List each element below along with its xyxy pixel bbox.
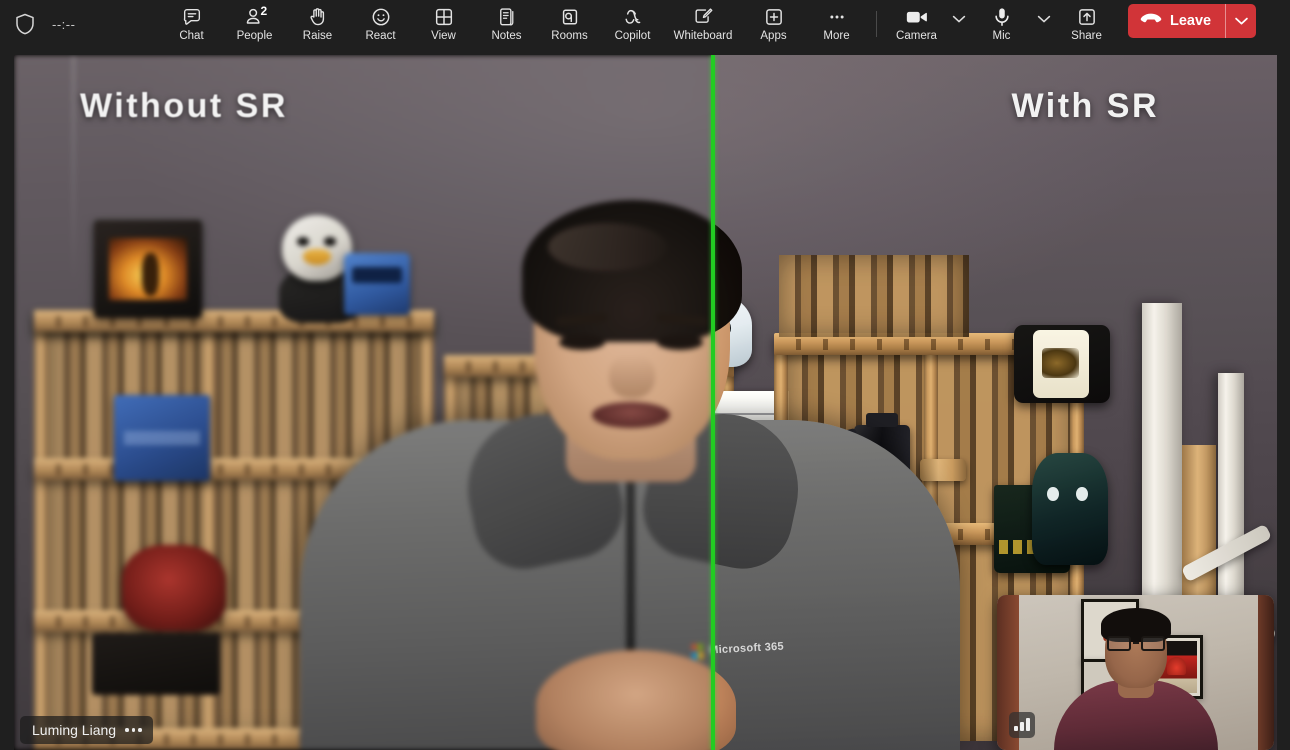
toolbar-item-rooms[interactable]: Rooms — [538, 1, 601, 47]
toolbar-label-camera: Camera — [896, 30, 937, 42]
toolbar-label-share: Share — [1071, 30, 1102, 42]
pip-wall-right — [1258, 595, 1274, 750]
game-box-figure — [141, 253, 159, 297]
hoodie-brand-logo: Microsoft 365 — [691, 634, 711, 665]
people-count-badge: 2 — [260, 4, 268, 18]
object-dark-figure — [1032, 453, 1108, 565]
raise-hand-icon — [307, 6, 329, 28]
meeting-timer: --:-- — [52, 16, 76, 32]
hoodie-brand-text: Microsoft 365 — [711, 640, 785, 657]
whiteboard-icon — [692, 6, 715, 28]
toolbar-separator — [876, 11, 877, 37]
toolbar-label-notes: Notes — [491, 30, 522, 42]
more-ellipsis-icon — [826, 6, 848, 28]
toolbar-item-raise[interactable]: Raise — [286, 1, 349, 47]
toolbar-label-mic: Mic — [992, 30, 1011, 42]
toolbar-left-group: --:-- — [0, 11, 160, 37]
object-watch-box — [1014, 325, 1110, 403]
copilot-icon — [622, 6, 644, 28]
leave-chevron-down-icon[interactable] — [1226, 4, 1256, 38]
toolbar-item-notes[interactable]: Notes — [475, 1, 538, 47]
toolbar-label-copilot: Copilot — [614, 30, 651, 42]
shelf-post — [34, 310, 48, 750]
scene: Microsoft 365 — [14, 55, 711, 750]
watch-box-face — [1033, 329, 1089, 399]
rooms-icon — [559, 6, 581, 28]
toolbar-label-people: People — [236, 30, 273, 42]
microphone-icon — [991, 6, 1013, 28]
self-view-pip[interactable] — [997, 595, 1274, 750]
dark-figure-eye — [1076, 486, 1089, 502]
chat-icon — [181, 6, 203, 28]
participant-video-person: Microsoft 365 — [300, 190, 711, 750]
camera-icon — [905, 6, 929, 28]
participant-video-person: Microsoft 365 — [711, 190, 960, 750]
people-icon: 2 — [244, 4, 268, 28]
camera-chevron-down-icon[interactable] — [948, 0, 970, 40]
apps-plus-icon — [763, 6, 785, 28]
notes-icon — [496, 6, 518, 28]
sr-split-line[interactable] — [711, 55, 715, 750]
leave-button[interactable]: Leave — [1128, 4, 1257, 38]
toolbar-item-apps[interactable]: Apps — [742, 1, 805, 47]
toolbar-label-react: React — [365, 30, 396, 42]
toolbar-item-react[interactable]: React — [349, 1, 412, 47]
label-with-sr: With SR — [1011, 87, 1159, 125]
toolbar-actions: Chat 2 People Raise React View Notes Roo… — [160, 1, 1290, 47]
object-red-figure — [122, 545, 226, 631]
person-eye-right — [657, 335, 703, 350]
label-without-sr: Without SR — [80, 87, 288, 125]
toolbar-item-mic[interactable]: Mic — [970, 1, 1033, 47]
object-blue-block — [114, 395, 210, 481]
toolbar-item-people[interactable]: 2 People — [223, 1, 286, 47]
toolbar-label-chat: Chat — [179, 30, 204, 42]
microsoft-squares-icon — [691, 643, 704, 659]
toolbar-label-raise: Raise — [302, 30, 333, 42]
person-hair — [711, 200, 742, 342]
react-icon — [370, 6, 392, 28]
dark-figure-eye — [1047, 486, 1060, 502]
hangup-phone-icon — [1140, 12, 1162, 30]
toolbar-item-share[interactable]: Share — [1055, 1, 1118, 47]
pip-person-glasses — [1106, 635, 1165, 652]
shield-icon[interactable] — [12, 11, 38, 37]
toolbar-label-view: View — [431, 30, 456, 42]
main-video-stage[interactable]: Microsoft 365 — [14, 55, 1277, 750]
wall-seam — [72, 55, 75, 285]
share-up-arrow-icon — [1076, 6, 1098, 28]
view-grid-icon — [433, 6, 455, 28]
toolbar-label-more: More — [823, 30, 850, 42]
person-mouth — [592, 402, 670, 428]
toolbar-item-whiteboard[interactable]: Whiteboard — [664, 1, 742, 47]
person-nose — [609, 354, 655, 398]
toolbar-label-rooms: Rooms — [551, 30, 588, 42]
meeting-toolbar: --:-- Chat 2 People Raise React View Not… — [0, 0, 1290, 48]
participant-name-pill[interactable]: Luming Liang — [20, 716, 153, 744]
toolbar-item-view[interactable]: View — [412, 1, 475, 47]
participant-name-label: Luming Liang — [32, 722, 117, 738]
network-quality-icon[interactable] — [1009, 712, 1035, 738]
leave-button-label: Leave — [1170, 13, 1212, 29]
toolbar-item-chat[interactable]: Chat — [160, 1, 223, 47]
object-game-box — [94, 220, 202, 318]
mic-chevron-down-icon[interactable] — [1033, 0, 1055, 40]
scene-blurred: Microsoft 365 — [14, 55, 711, 750]
leave-main-action[interactable]: Leave — [1128, 4, 1225, 38]
video-half-without-sr: Microsoft 365 — [14, 55, 711, 750]
blue-block-stripe — [123, 431, 201, 445]
toolbar-label-whiteboard: Whiteboard — [673, 30, 733, 42]
toolbar-item-more[interactable]: More — [805, 1, 868, 47]
toolbar-item-camera[interactable]: Camera — [885, 1, 948, 47]
toolbar-item-copilot[interactable]: Copilot — [601, 1, 664, 47]
more-ellipsis-icon[interactable] — [125, 728, 142, 732]
toolbar-label-apps: Apps — [760, 30, 787, 42]
person-eye-left — [559, 335, 605, 350]
hoodie-brand-logo: Microsoft 365 — [711, 634, 785, 665]
object-dark-box — [92, 633, 220, 695]
